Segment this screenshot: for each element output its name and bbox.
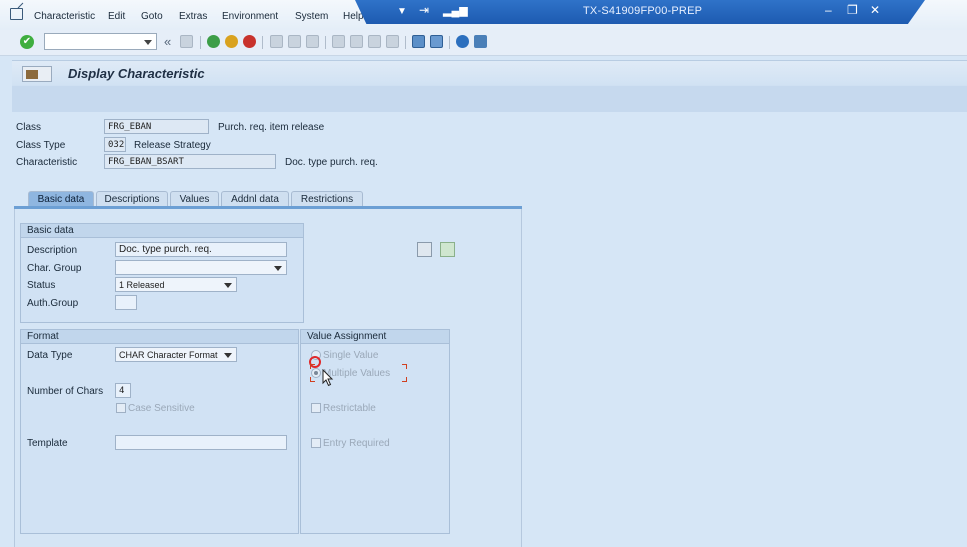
menu-edit[interactable]: Edit bbox=[108, 11, 125, 22]
pin-icon[interactable]: ⇥ bbox=[419, 3, 429, 17]
back-icon[interactable] bbox=[207, 35, 220, 48]
class-field[interactable]: FRG_EBAN bbox=[104, 119, 209, 134]
characteristic-label: Characteristic bbox=[16, 157, 78, 168]
selection-marker bbox=[310, 377, 315, 382]
auth-group-label: Auth.Group bbox=[27, 298, 79, 309]
char-group-label: Char. Group bbox=[27, 263, 82, 274]
last-page-icon[interactable] bbox=[386, 35, 399, 48]
cancel-icon[interactable] bbox=[243, 35, 256, 48]
system-title: TX-S41909FP00-PREP bbox=[583, 5, 703, 17]
restore-icon[interactable]: ❐ bbox=[847, 3, 858, 17]
menu-help[interactable]: Help bbox=[343, 11, 364, 22]
value-assignment-group-title: Value Assignment bbox=[301, 330, 449, 344]
characteristic-field[interactable]: FRG_EBAN_BSART bbox=[104, 154, 276, 169]
tab-values[interactable]: Values bbox=[170, 191, 219, 207]
restrictable-checkbox[interactable] bbox=[311, 403, 321, 413]
description-label: Description bbox=[27, 245, 78, 256]
char-group-dropdown[interactable] bbox=[115, 260, 287, 275]
help-icon[interactable] bbox=[456, 35, 469, 48]
previous-page-icon[interactable] bbox=[350, 35, 363, 48]
class-description: Purch. req. item release bbox=[218, 122, 325, 133]
header-band: Display Characteristic bbox=[12, 60, 967, 112]
tab-descriptions[interactable]: Descriptions bbox=[96, 191, 168, 207]
case-sensitive-label: Case Sensitive bbox=[128, 403, 195, 414]
toolbar: ✔ « bbox=[0, 30, 967, 56]
signal-icon[interactable]: ▂▄▆ bbox=[443, 4, 468, 17]
where-used-icon[interactable] bbox=[440, 242, 455, 257]
find-icon[interactable] bbox=[288, 35, 301, 48]
find-next-icon[interactable] bbox=[306, 35, 319, 48]
template-label: Template bbox=[27, 438, 68, 449]
first-page-icon[interactable] bbox=[332, 35, 345, 48]
data-type-dropdown[interactable]: CHAR Character Format bbox=[115, 347, 237, 362]
toolbar-separator bbox=[325, 36, 326, 49]
close-icon[interactable]: ✕ bbox=[870, 3, 880, 17]
chevron-down-icon[interactable]: ▼ bbox=[397, 6, 407, 17]
chevron-down-icon[interactable] bbox=[224, 283, 232, 288]
toolbar-separator bbox=[405, 36, 406, 49]
case-sensitive-checkbox[interactable] bbox=[116, 403, 126, 413]
toolbar-separator bbox=[262, 36, 263, 49]
application-toolbar bbox=[12, 86, 967, 112]
chevron-down-icon[interactable] bbox=[144, 40, 152, 45]
class-type-field[interactable]: 032 bbox=[104, 137, 126, 152]
chevron-down-icon[interactable] bbox=[274, 266, 282, 271]
single-value-label: Single Value bbox=[323, 350, 379, 361]
data-type-value: CHAR Character Format bbox=[119, 350, 218, 360]
status-dropdown[interactable]: 1 Released bbox=[115, 277, 237, 292]
class-label: Class bbox=[16, 122, 42, 133]
save-icon[interactable] bbox=[180, 35, 193, 48]
layout-menu-icon[interactable] bbox=[474, 35, 487, 48]
page-title: Display Characteristic bbox=[68, 66, 205, 81]
template-field[interactable] bbox=[115, 435, 287, 450]
class-type-description: Release Strategy bbox=[134, 140, 211, 151]
exit-icon[interactable] bbox=[225, 35, 238, 48]
chevron-down-icon[interactable] bbox=[224, 353, 232, 358]
basic-data-group-title: Basic data bbox=[21, 224, 303, 238]
tab-addnl-data[interactable]: Addnl data bbox=[221, 191, 289, 207]
tab-restrictions[interactable]: Restrictions bbox=[291, 191, 363, 207]
menu-characteristic[interactable]: Characteristic bbox=[34, 11, 95, 22]
toolbar-separator bbox=[449, 36, 450, 49]
class-type-label: Class Type bbox=[16, 140, 66, 151]
next-page-icon[interactable] bbox=[368, 35, 381, 48]
minimize-icon[interactable]: – bbox=[825, 3, 832, 17]
command-field[interactable] bbox=[44, 33, 157, 50]
selection-marker bbox=[310, 364, 315, 369]
format-group-title: Format bbox=[21, 330, 298, 344]
selection-marker bbox=[402, 377, 407, 382]
tab-basic-data[interactable]: Basic data bbox=[28, 191, 94, 207]
menu-system[interactable]: System bbox=[295, 11, 328, 22]
description-field[interactable]: Doc. type purch. req. bbox=[115, 242, 287, 257]
menu-environment[interactable]: Environment bbox=[222, 11, 278, 22]
toolbar-separator bbox=[200, 36, 201, 49]
entry-required-label: Entry Required bbox=[323, 438, 390, 449]
num-chars-label: Number of Chars bbox=[27, 386, 104, 397]
auth-group-field[interactable] bbox=[115, 295, 137, 310]
title-band: ▼ ⇥ ▂▄▆ TX-S41909FP00-PREP – ❐ ✕ bbox=[355, 0, 925, 24]
characteristic-icon[interactable] bbox=[22, 66, 52, 82]
status-label: Status bbox=[27, 280, 56, 291]
enter-check-icon[interactable]: ✔ bbox=[20, 35, 34, 49]
menu-extras[interactable]: Extras bbox=[179, 11, 207, 22]
characteristic-description: Doc. type purch. req. bbox=[285, 157, 378, 168]
status-value: 1 Released bbox=[119, 280, 165, 290]
new-session-icon[interactable] bbox=[412, 35, 425, 48]
restrictable-label: Restrictable bbox=[323, 403, 376, 414]
classification-icon[interactable] bbox=[417, 242, 432, 257]
mouse-cursor-icon bbox=[322, 369, 334, 387]
entry-required-checkbox[interactable] bbox=[311, 438, 321, 448]
back-arrows-icon[interactable]: « bbox=[164, 34, 171, 49]
shortcut-icon[interactable] bbox=[430, 35, 443, 48]
title-row: Display Characteristic bbox=[12, 61, 967, 85]
num-chars-field[interactable]: 4 bbox=[115, 383, 131, 398]
print-icon[interactable] bbox=[270, 35, 283, 48]
selection-marker bbox=[402, 364, 407, 369]
menu-exit-icon[interactable] bbox=[10, 8, 23, 20]
data-type-label: Data Type bbox=[27, 350, 73, 361]
menu-goto[interactable]: Goto bbox=[141, 11, 163, 22]
